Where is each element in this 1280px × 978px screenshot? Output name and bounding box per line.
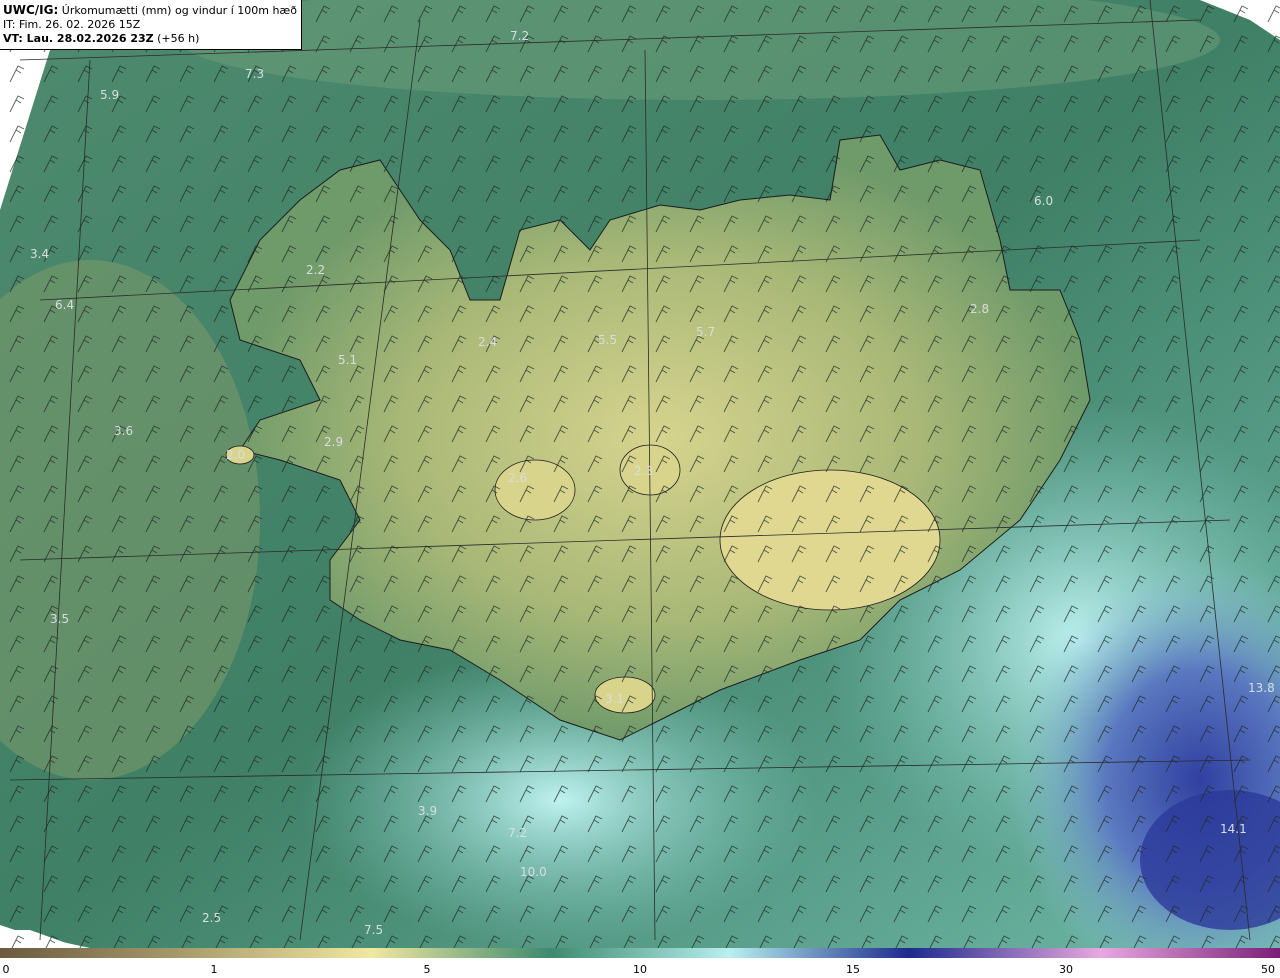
map-title: Úrkomumætti (mm) og vindur í 100m hæð xyxy=(61,4,297,17)
model-name: UWC/IG: xyxy=(3,3,59,17)
value-label: 2.5 xyxy=(202,911,221,925)
value-label: 3.1 xyxy=(605,692,624,706)
value-label: 2.3 xyxy=(634,464,653,478)
title-line: UWC/IG: Úrkomumætti (mm) og vindur í 100… xyxy=(3,3,301,18)
precipitation-wind-map[interactable]: 7.2 7.3 5.9 3.4 6.4 2.2 5.1 2.4 5.5 5.7 … xyxy=(0,0,1280,948)
value-label: 5.5 xyxy=(598,333,617,347)
value-label: 14.1 xyxy=(1220,822,1247,836)
issue-time: IT: Fim. 26. 02. 2026 15Z xyxy=(3,18,141,31)
value-label: 2.2 xyxy=(306,263,325,277)
colorbar xyxy=(0,948,1280,958)
colorbar-tick: 15 xyxy=(846,963,860,976)
valid-time-line: VT: Lau. 28.02.2026 23Z (+56 h) xyxy=(3,32,301,46)
colorbar-tick: 5 xyxy=(423,963,431,976)
value-label: 5.9 xyxy=(100,88,119,102)
value-label: 2.6 xyxy=(508,471,527,485)
colorbar-tick: 10 xyxy=(633,963,647,976)
value-label: 7.3 xyxy=(245,67,264,81)
value-label: 7.2 xyxy=(510,29,529,43)
value-label: 3.5 xyxy=(50,612,69,626)
value-label: 5.7 xyxy=(696,325,715,339)
map-info-box: UWC/IG: Úrkomumætti (mm) og vindur í 100… xyxy=(0,0,302,50)
value-label: 3.9 xyxy=(418,804,437,818)
colorbar-tick: 30 xyxy=(1059,963,1073,976)
colorbar-tick: 1 xyxy=(210,963,218,976)
value-label: 6.0 xyxy=(1034,194,1053,208)
value-label: 3.4 xyxy=(30,247,49,261)
valid-time: VT: Lau. 28.02.2026 23Z xyxy=(3,32,154,45)
value-label: 7.5 xyxy=(364,923,383,937)
colorbar-ticks: 0 1 5 10 15 30 50 xyxy=(0,958,1280,978)
value-label: 6.4 xyxy=(55,298,74,312)
value-label: 2.9 xyxy=(324,435,343,449)
value-label: 2.4 xyxy=(478,335,497,349)
value-label: 10.0 xyxy=(520,865,547,879)
forecast-offset: (+56 h) xyxy=(157,32,200,45)
value-label: 2.8 xyxy=(970,302,989,316)
value-label: 13.8 xyxy=(1248,681,1275,695)
value-label: 2.0 xyxy=(226,448,245,462)
colorbar-tick: 0 xyxy=(2,963,10,976)
value-label: 7.2 xyxy=(508,826,527,840)
value-label: 3.6 xyxy=(114,424,133,438)
colorbar-tick: 50 xyxy=(1261,963,1275,976)
value-label: 5.1 xyxy=(338,353,357,367)
